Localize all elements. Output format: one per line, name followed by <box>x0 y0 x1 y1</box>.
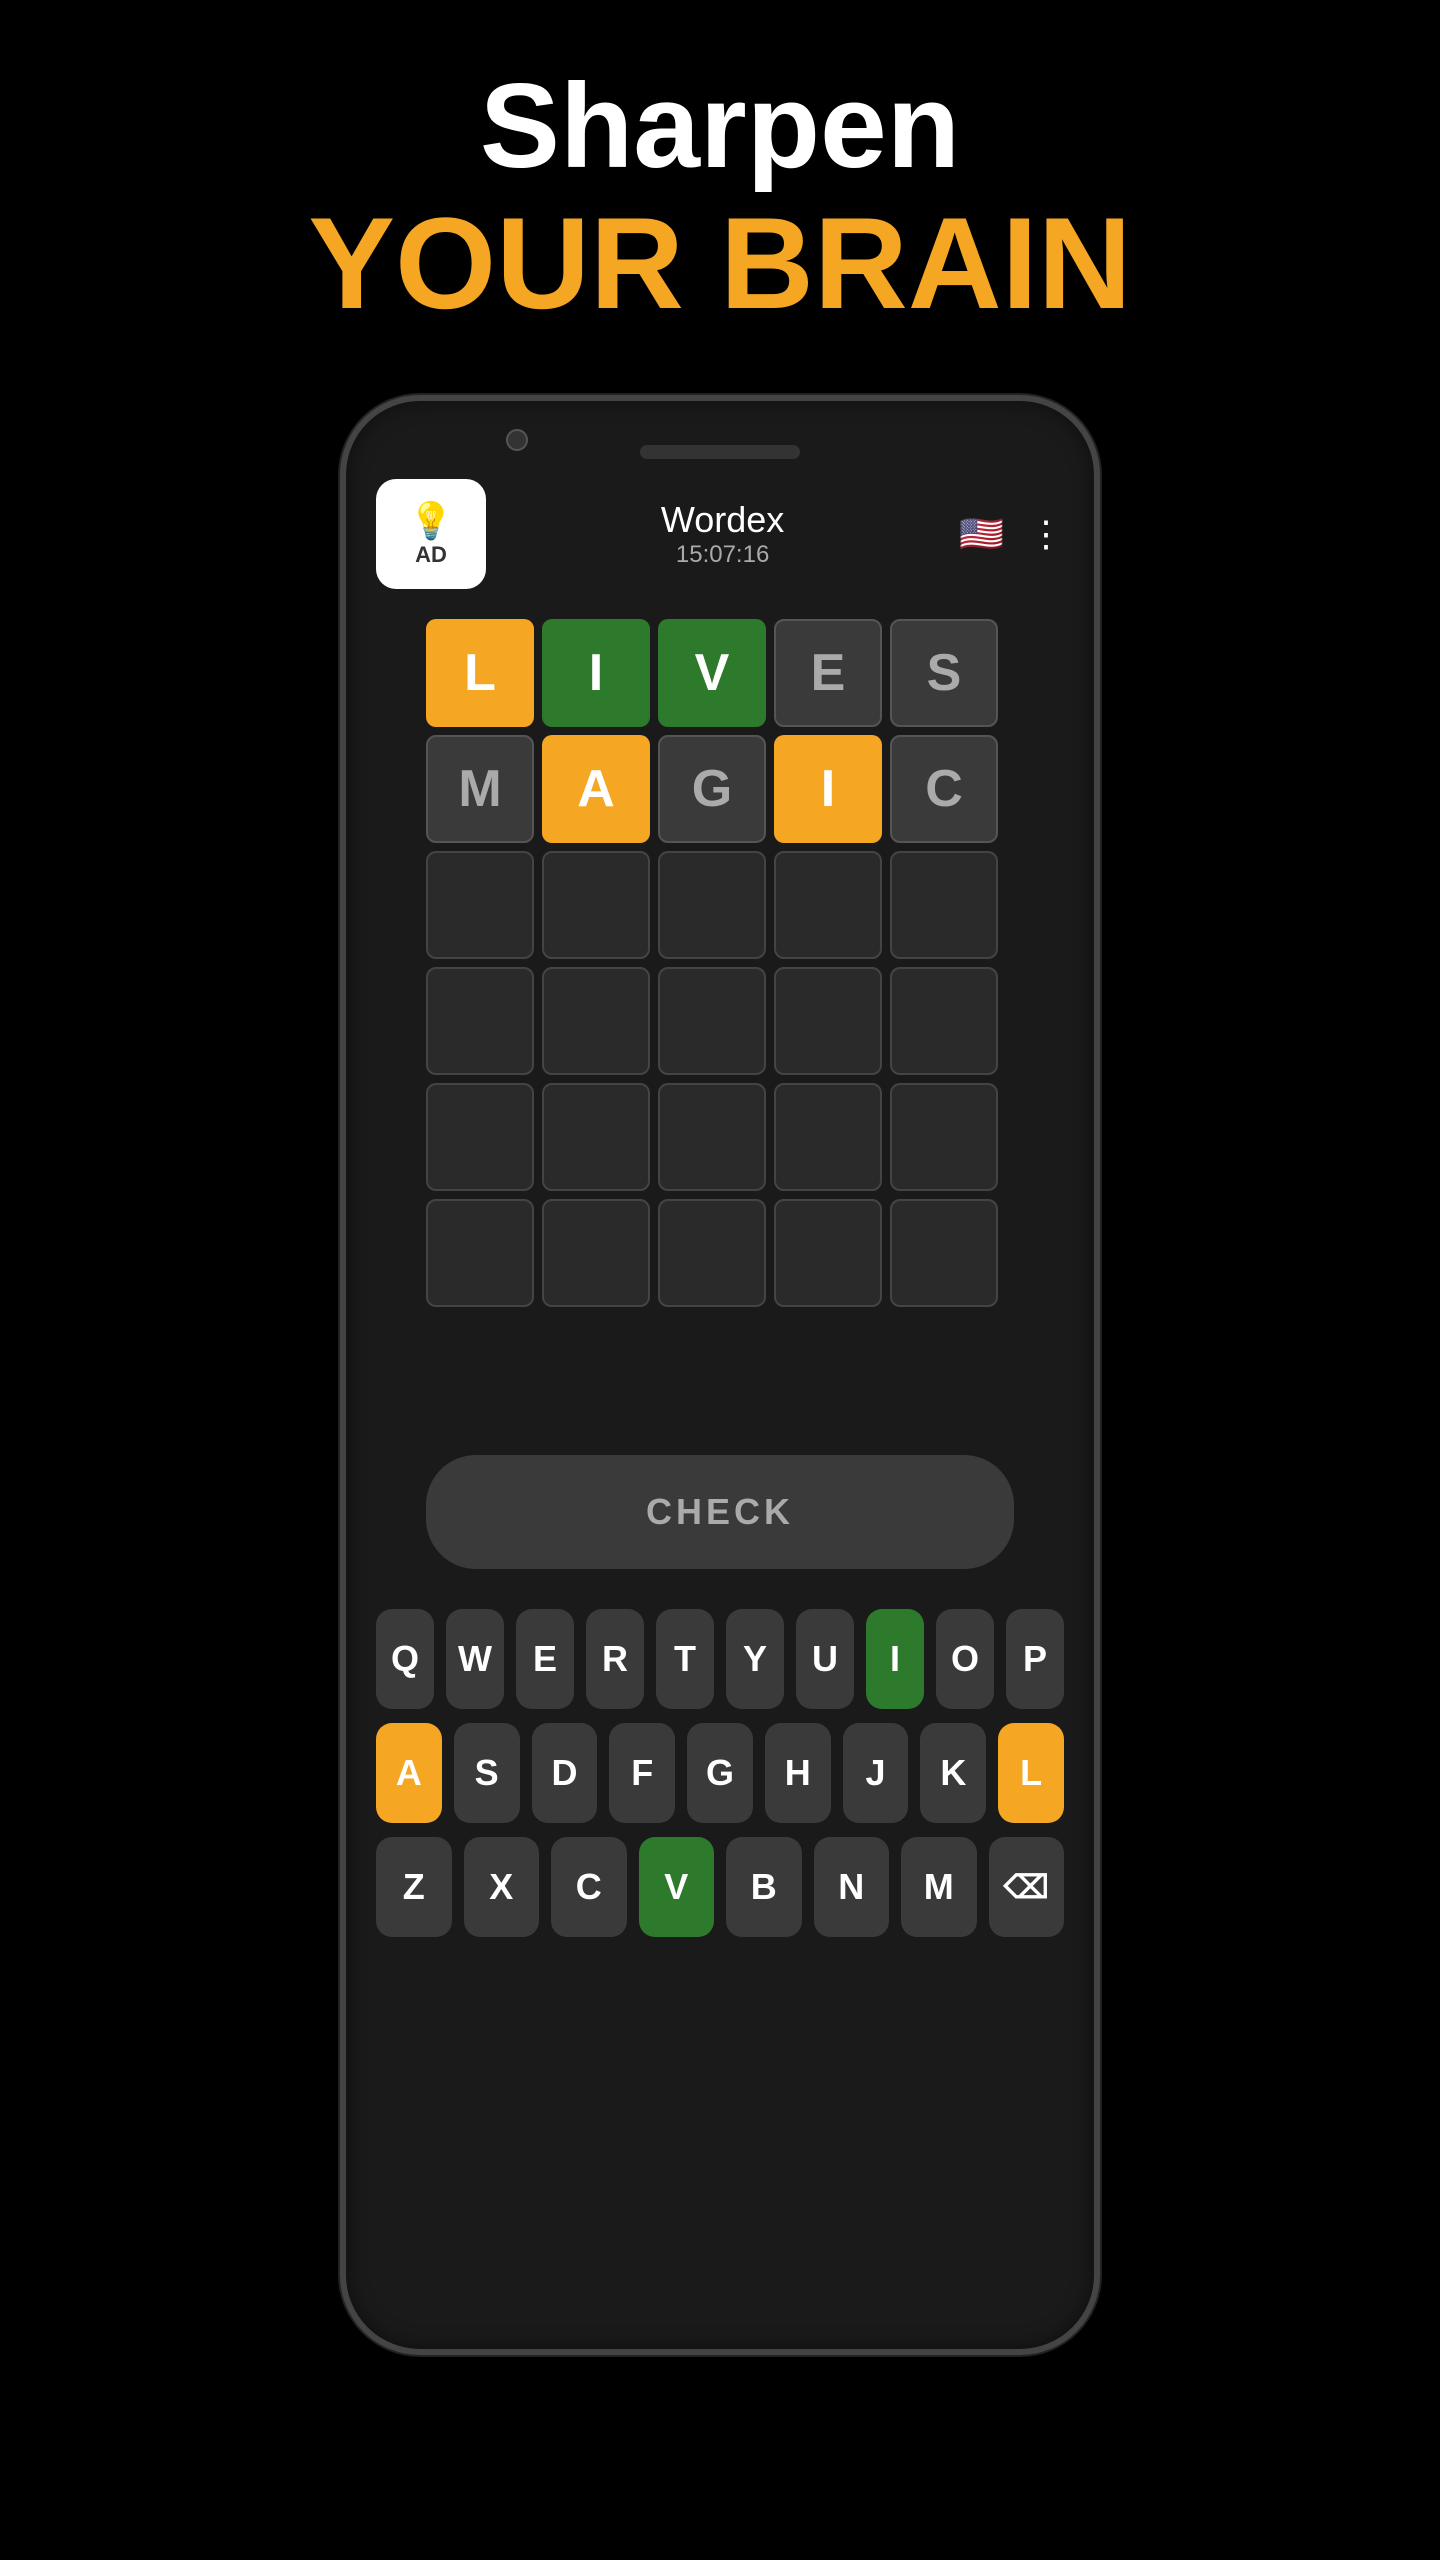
grid-row-4 <box>426 967 1014 1075</box>
key-z[interactable]: Z <box>376 1837 452 1937</box>
more-menu-icon[interactable]: ⋮ <box>1028 513 1064 555</box>
key-j[interactable]: J <box>843 1723 909 1823</box>
grid-row-2: M A G I C <box>426 735 1014 843</box>
flag-icon: 🇺🇸 <box>959 513 1004 555</box>
key-v[interactable]: V <box>639 1837 715 1937</box>
key-y[interactable]: Y <box>726 1609 784 1709</box>
grid-cell-5-2 <box>542 1083 650 1191</box>
grid-cell-6-1 <box>426 1199 534 1307</box>
sharpen-title: Sharpen <box>308 60 1131 192</box>
grid-cell-4-4 <box>774 967 882 1075</box>
grid-cell-2-2: A <box>542 735 650 843</box>
ad-button[interactable]: 💡 AD <box>376 479 486 589</box>
grid-row-5 <box>426 1083 1014 1191</box>
grid-cell-6-5 <box>890 1199 998 1307</box>
key-m[interactable]: M <box>901 1837 977 1937</box>
key-w[interactable]: W <box>446 1609 504 1709</box>
key-a[interactable]: A <box>376 1723 442 1823</box>
grid-cell-3-1 <box>426 851 534 959</box>
key-o[interactable]: O <box>936 1609 994 1709</box>
app-title-area: Wordex 15:07:16 <box>486 499 959 569</box>
grid-cell-3-4 <box>774 851 882 959</box>
key-n[interactable]: N <box>814 1837 890 1937</box>
grid-cell-3-3 <box>658 851 766 959</box>
grid-cell-2-4: I <box>774 735 882 843</box>
top-header: Sharpen YOUR BRAIN <box>308 60 1131 335</box>
grid-cell-4-1 <box>426 967 534 1075</box>
grid-cell-6-3 <box>658 1199 766 1307</box>
brain-title: YOUR BRAIN <box>308 192 1131 335</box>
side-button <box>1094 751 1100 831</box>
key-q[interactable]: Q <box>376 1609 434 1709</box>
key-c[interactable]: C <box>551 1837 627 1937</box>
key-d[interactable]: D <box>532 1723 598 1823</box>
keyboard-row-2: A S D F G H J K L <box>376 1723 1064 1823</box>
key-i[interactable]: I <box>866 1609 924 1709</box>
key-h[interactable]: H <box>765 1723 831 1823</box>
key-g[interactable]: G <box>687 1723 753 1823</box>
grid-cell-6-2 <box>542 1199 650 1307</box>
grid-cell-2-3: G <box>658 735 766 843</box>
grid-row-3 <box>426 851 1014 959</box>
ad-label: AD <box>415 542 447 568</box>
grid-row-6 <box>426 1199 1014 1307</box>
spacer <box>346 1335 1094 1415</box>
phone-wrapper: 💡 AD Wordex 15:07:16 🇺🇸 ⋮ L I V E S <box>340 395 1100 2375</box>
key-l[interactable]: L <box>998 1723 1064 1823</box>
grid-cell-1-2: I <box>542 619 650 727</box>
check-button-area: CHECK <box>346 1415 1094 1589</box>
app-bar-icons: 🇺🇸 ⋮ <box>959 513 1064 555</box>
key-t[interactable]: T <box>656 1609 714 1709</box>
grid-cell-4-3 <box>658 967 766 1075</box>
grid-cell-5-3 <box>658 1083 766 1191</box>
key-e[interactable]: E <box>516 1609 574 1709</box>
phone-speaker <box>640 445 800 459</box>
phone-frame: 💡 AD Wordex 15:07:16 🇺🇸 ⋮ L I V E S <box>340 395 1100 2355</box>
keyboard-row-3: Z X C V B N M ⌫ <box>376 1837 1064 1937</box>
grid-cell-4-2 <box>542 967 650 1075</box>
front-camera <box>506 429 528 451</box>
key-r[interactable]: R <box>586 1609 644 1709</box>
grid-cell-1-3: V <box>658 619 766 727</box>
key-b[interactable]: B <box>726 1837 802 1937</box>
phone-top <box>346 401 1094 469</box>
game-grid: L I V E S M A G I C <box>346 599 1094 1335</box>
grid-cell-5-4 <box>774 1083 882 1191</box>
grid-cell-3-2 <box>542 851 650 959</box>
grid-cell-2-5: C <box>890 735 998 843</box>
key-backspace[interactable]: ⌫ <box>989 1837 1065 1937</box>
grid-cell-5-1 <box>426 1083 534 1191</box>
grid-cell-1-4: E <box>774 619 882 727</box>
keyboard: Q W E R T Y U I O P A S D F G H J K <box>346 1589 1094 1991</box>
key-x[interactable]: X <box>464 1837 540 1937</box>
grid-row-1: L I V E S <box>426 619 1014 727</box>
grid-cell-1-5: S <box>890 619 998 727</box>
keyboard-row-1: Q W E R T Y U I O P <box>376 1609 1064 1709</box>
app-timer: 15:07:16 <box>486 541 959 569</box>
grid-cell-6-4 <box>774 1199 882 1307</box>
grid-cell-1-1: L <box>426 619 534 727</box>
key-p[interactable]: P <box>1006 1609 1064 1709</box>
key-f[interactable]: F <box>609 1723 675 1823</box>
app-title: Wordex <box>486 499 959 541</box>
key-u[interactable]: U <box>796 1609 854 1709</box>
bulb-icon: 💡 <box>409 500 454 542</box>
key-s[interactable]: S <box>454 1723 520 1823</box>
grid-cell-2-1: M <box>426 735 534 843</box>
app-bar: 💡 AD Wordex 15:07:16 🇺🇸 ⋮ <box>346 469 1094 599</box>
grid-cell-4-5 <box>890 967 998 1075</box>
grid-cell-5-5 <box>890 1083 998 1191</box>
grid-cell-3-5 <box>890 851 998 959</box>
key-k[interactable]: K <box>920 1723 986 1823</box>
check-button[interactable]: CHECK <box>426 1455 1014 1569</box>
